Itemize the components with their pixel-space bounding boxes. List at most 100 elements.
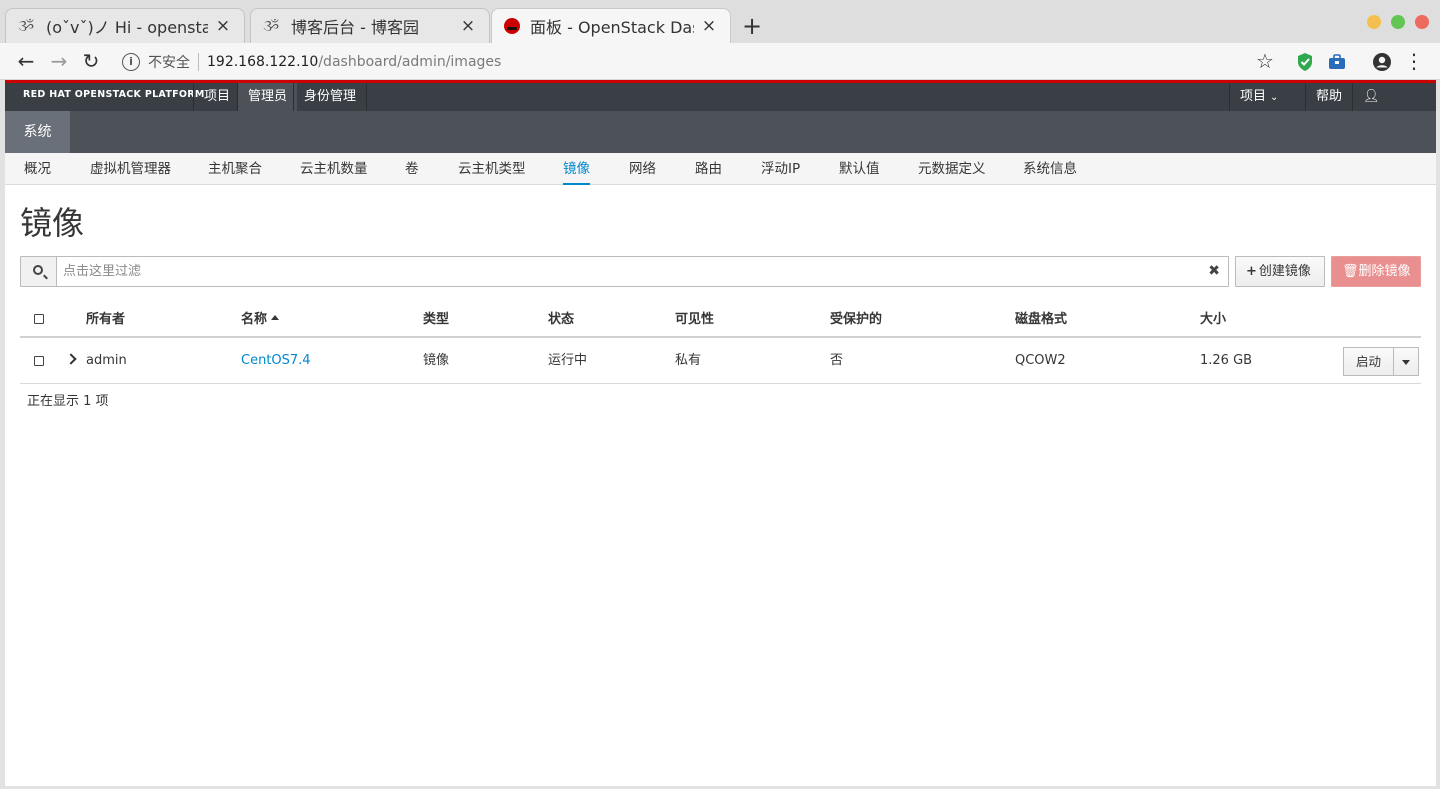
column-status[interactable]: 状态 [548,302,574,338]
filter-bar: ✖ [20,256,1229,287]
sort-ascending-icon [271,315,280,320]
table-header: 所有者 名称 类型 状态 可见性 受保护的 磁盘格式 大小 [20,302,1421,338]
project-dropdown-label: 项目 [1240,89,1267,104]
plus-icon: + [1246,264,1257,279]
nav-system-info[interactable]: 系统信息 [1023,153,1077,185]
window-edge [1436,80,1440,789]
secondary-nav: 概况 虚拟机管理器 主机聚合 云主机数量 卷 云主机类型 镜像 网络 路由 浮动… [5,153,1436,185]
redhat-icon [504,18,520,34]
info-icon[interactable]: i [122,53,140,71]
browser-tab-blog-admin[interactable]: ૐ 博客后台 - 博客园 × [250,8,490,43]
minimize-button[interactable] [1367,15,1381,29]
project-dropdown[interactable]: 项目 ⌄ [1229,83,1306,111]
browser-menu-icon[interactable]: ⋮ [1401,48,1427,74]
delete-images-button[interactable]: 🗑︎删除镜像 [1331,256,1421,287]
launch-button[interactable]: 启动 [1343,347,1395,376]
column-disk-format[interactable]: 磁盘格式 [1015,302,1067,338]
browser-toolbar: ← → ↻ i 不安全 192.168.122.10 /dashboard/ad… [0,43,1440,80]
expand-row-icon[interactable] [65,353,77,365]
column-type[interactable]: 类型 [423,302,449,338]
nav-networks[interactable]: 网络 [629,153,656,185]
cell-type: 镜像 [423,353,450,368]
maximize-button[interactable] [1391,15,1405,29]
create-image-label: 创建镜像 [1258,264,1311,279]
masthead: RED HAT OPENSTACK PLATFORM 项目 管理员 身份管理 项… [5,83,1436,132]
nav-admin[interactable]: 管理员 [237,83,298,111]
om-icon: ૐ [18,17,35,35]
brand-logo[interactable]: RED HAT OPENSTACK PLATFORM [23,83,205,111]
panel-group-system[interactable]: 系统 [5,111,70,153]
om-icon: ૐ [263,17,280,35]
trash-icon: 🗑︎ [1342,264,1359,279]
url-host: 192.168.122.10 [207,54,319,70]
chevron-down-icon: ⌄ [1270,92,1279,103]
nav-hypervisors[interactable]: 虚拟机管理器 [90,153,171,185]
image-name-link[interactable]: CentOS7.4 [241,338,311,384]
panel-group-bar: 系统 [5,111,1436,153]
table-row: admin CentOS7.4 镜像 运行中 私有 否 QCOW2 1.26 G… [20,338,1421,384]
close-icon[interactable]: × [700,16,718,36]
row-actions-dropdown[interactable] [1394,347,1420,376]
search-icon [33,265,43,275]
nav-floating-ips[interactable]: 浮动IP [761,153,800,185]
cell-status: 运行中 [548,353,588,368]
nav-volumes[interactable]: 卷 [405,153,419,185]
nav-defaults[interactable]: 默认值 [839,153,880,185]
window-edge [0,80,5,789]
column-protected[interactable]: 受保护的 [830,302,882,338]
nav-flavors[interactable]: 云主机类型 [458,153,526,185]
search-button[interactable] [21,257,57,286]
new-tab-button[interactable]: + [740,12,764,40]
cell-disk-format: QCOW2 [1015,353,1066,368]
reload-icon[interactable]: ↻ [78,48,104,74]
nav-instances[interactable]: 云主机数量 [300,153,368,185]
security-label: 不安全 [148,55,190,71]
brand-rest: OPENSTACK PLATFORM [71,89,205,100]
nav-project[interactable]: 项目 [193,83,240,111]
nav-images[interactable]: 镜像 [563,153,590,185]
briefcase-extension-icon[interactable] [1327,52,1347,72]
page-title: 镜像 [20,204,85,242]
help-link[interactable]: 帮助 [1305,83,1353,111]
cell-visibility: 私有 [675,353,702,368]
images-table: 所有者 名称 类型 状态 可见性 受保护的 磁盘格式 大小 admin Cent… [20,302,1421,420]
column-visibility[interactable]: 可见性 [675,302,714,338]
table-footer: 正在显示 1 项 [27,394,109,409]
filter-input[interactable] [59,257,1199,286]
nav-host-aggregates[interactable]: 主机聚合 [208,153,262,185]
row-checkbox[interactable] [34,356,44,366]
brand-bold: RED HAT [23,89,72,100]
nav-identity[interactable]: 身份管理 [293,83,368,111]
close-icon[interactable]: × [214,16,232,36]
cell-owner: admin [86,353,127,368]
address-bar[interactable]: i 不安全 192.168.122.10 /dashboard/admin/im… [116,48,1286,76]
row-actions: 启动 [1343,347,1420,376]
nav-metadata-definitions[interactable]: 元数据定义 [918,153,986,185]
create-image-button[interactable]: + 创建镜像 [1235,256,1325,287]
user-dropdown[interactable]: 👤︎ admin⌄ [1352,83,1436,132]
cell-protected: 否 [830,353,844,368]
forward-icon[interactable]: → [46,48,72,74]
divider [198,53,199,71]
browser-tab-dashboard[interactable]: 面板 - OpenStack Dashbo × [491,8,731,43]
nav-routers[interactable]: 路由 [695,153,722,185]
back-icon[interactable]: ← [13,48,39,74]
clear-filter-icon[interactable]: ✖ [1208,263,1220,279]
shield-extension-icon[interactable] [1295,52,1315,72]
tab-title: 博客后台 - 博客园 [291,18,419,37]
column-owner[interactable]: 所有者 [86,302,125,338]
cell-size: 1.26 GB [1200,353,1253,368]
account-icon[interactable] [1372,52,1392,72]
column-name-label: 名称 [241,312,268,327]
url-path: /dashboard/admin/images [318,54,502,70]
tab-title: (oˇvˇ)ノ Hi - openstack [46,18,208,37]
tab-title: 面板 - OpenStack Dashbo [530,18,694,37]
close-window-button[interactable] [1415,15,1429,29]
select-all-checkbox[interactable] [34,314,44,324]
nav-overview[interactable]: 概况 [24,153,51,185]
bookmark-star-icon[interactable]: ☆ [1252,48,1278,74]
column-size[interactable]: 大小 [1200,302,1226,338]
close-icon[interactable]: × [459,16,477,36]
column-name[interactable]: 名称 [241,302,280,338]
browser-tab-openstack-blog[interactable]: ૐ (oˇvˇ)ノ Hi - openstack × [5,8,245,43]
